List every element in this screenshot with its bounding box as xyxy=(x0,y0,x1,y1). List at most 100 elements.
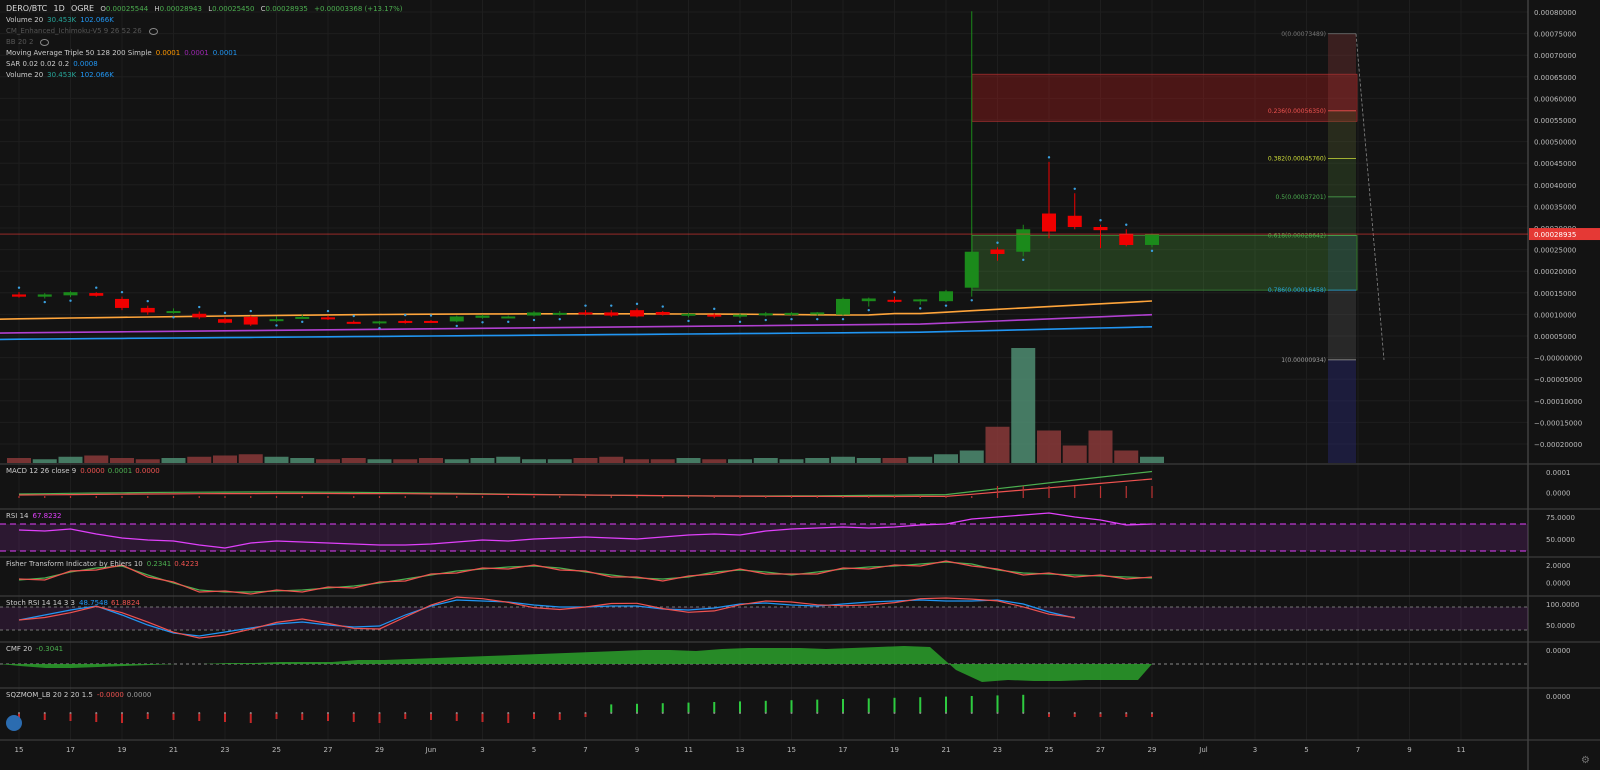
stoch-band xyxy=(0,607,1528,630)
candle-body[interactable] xyxy=(218,319,232,323)
pane-value: 0.2341 xyxy=(146,560,172,568)
cmf-area xyxy=(0,646,1152,682)
pane-legend: Stoch RSI 14 14 3 3 48.7548 61.8824 xyxy=(6,599,143,607)
candle-body[interactable] xyxy=(1119,233,1134,245)
sar-dot xyxy=(404,313,407,317)
candle-body[interactable] xyxy=(295,316,310,319)
candle-body[interactable] xyxy=(12,294,26,297)
pane-value: -0.0000 xyxy=(96,691,124,699)
sar-dot xyxy=(1073,187,1076,190)
time-tick-label: 7 xyxy=(1356,746,1360,754)
candle-body[interactable] xyxy=(990,249,1005,254)
candle-body[interactable] xyxy=(527,312,541,316)
sar-dot xyxy=(944,304,948,307)
candle-body[interactable] xyxy=(810,312,825,315)
volume-bar xyxy=(1037,430,1061,463)
candle-body[interactable] xyxy=(37,294,52,297)
candle-body[interactable] xyxy=(733,314,747,317)
fib-level-label: 0(0.00073489) xyxy=(1281,31,1326,38)
sar-dot xyxy=(919,307,922,310)
candle-body[interactable] xyxy=(681,313,696,316)
sqzmom-dot xyxy=(378,712,381,714)
chart-canvas[interactable]: 0.00080000 0.00075000 0.00070000 0.00065000… xyxy=(0,0,1600,770)
candle-body[interactable] xyxy=(269,319,284,322)
sqzmom-dot xyxy=(146,712,149,714)
candle-body[interactable] xyxy=(398,320,413,323)
sqzmom-dot xyxy=(430,712,432,714)
candle-body[interactable] xyxy=(424,320,438,323)
symbol-label[interactable]: DERO/BTC xyxy=(6,4,47,13)
time-tick-label: 21 xyxy=(942,746,951,754)
candle-body[interactable] xyxy=(1067,215,1082,228)
candle-body[interactable] xyxy=(758,313,773,316)
candle-body[interactable] xyxy=(887,299,902,302)
volume-bar xyxy=(213,455,237,463)
volume-bar xyxy=(32,459,57,463)
pane-legend: RSI 14 67.8232 xyxy=(6,512,64,520)
sqzmom-dot xyxy=(1151,712,1153,714)
fib-band xyxy=(1328,196,1356,236)
candle-body[interactable] xyxy=(939,291,953,302)
candle-body[interactable] xyxy=(449,316,464,322)
sar-dot xyxy=(172,316,175,319)
candle-body[interactable] xyxy=(655,311,670,315)
sar-dot xyxy=(687,319,690,323)
pane-name: CMF 20 xyxy=(6,645,33,653)
pane-axis-label: 2.0000 xyxy=(1546,562,1571,570)
price-tick-label: −0.00005000 xyxy=(1534,376,1582,384)
candle-body[interactable] xyxy=(192,313,207,318)
candle-body[interactable] xyxy=(861,298,876,302)
sar-dot xyxy=(95,286,98,289)
sqzmom-dot xyxy=(764,712,767,714)
candle-body[interactable] xyxy=(1145,234,1159,245)
candle-body[interactable] xyxy=(501,316,516,319)
time-tick-label: 5 xyxy=(1304,746,1308,754)
pane-axis-label: 0.0000 xyxy=(1546,580,1571,588)
settings-gear-icon[interactable]: ⚙ xyxy=(1581,755,1590,766)
candle-body[interactable] xyxy=(836,298,850,315)
candle-body[interactable] xyxy=(604,312,619,316)
candle-body[interactable] xyxy=(707,314,722,317)
candle-body[interactable] xyxy=(784,312,799,315)
sar-dot xyxy=(120,290,124,294)
candle-body[interactable] xyxy=(321,317,335,320)
volume-bar xyxy=(985,426,1010,463)
candle-body[interactable] xyxy=(372,321,387,324)
candle-body[interactable] xyxy=(140,307,155,313)
candle-body[interactable] xyxy=(630,310,644,317)
pane-legend: CMF 20 -0.3041 xyxy=(6,645,66,653)
candle-body[interactable] xyxy=(166,311,181,314)
candle-body[interactable] xyxy=(63,292,78,296)
sqzmom-dot xyxy=(95,712,98,714)
volume-bar xyxy=(728,459,752,463)
candle-body[interactable] xyxy=(1016,229,1031,252)
candle-body[interactable] xyxy=(89,293,104,296)
candle-body[interactable] xyxy=(552,312,567,315)
candle-body[interactable] xyxy=(1093,227,1108,231)
candle-body[interactable] xyxy=(913,299,928,302)
sqzmom-dot xyxy=(533,712,535,714)
tradingview-logo-icon[interactable] xyxy=(6,715,22,731)
candle-body[interactable] xyxy=(1042,213,1056,232)
sar-dot xyxy=(507,320,510,324)
price-tick-label: 0.00025000 xyxy=(1534,247,1576,255)
candle-body[interactable] xyxy=(578,312,593,315)
sqzmom-dot xyxy=(481,712,484,714)
sar-dot xyxy=(867,308,870,312)
sar-dot xyxy=(738,320,742,324)
price-tick-label: 0.00035000 xyxy=(1534,203,1576,211)
candle-body[interactable] xyxy=(115,298,129,308)
candle-body[interactable] xyxy=(964,251,979,288)
candle-body[interactable] xyxy=(346,321,361,324)
interval-label[interactable]: 1D xyxy=(54,4,65,13)
sqzmom-dot xyxy=(842,712,844,714)
fib-trend-line[interactable] xyxy=(1355,33,1385,360)
volume-bar xyxy=(341,458,366,463)
sar-dot xyxy=(352,314,355,318)
fib-level-label: 0.236(0.00056350) xyxy=(1268,108,1326,115)
candle-body[interactable] xyxy=(243,316,258,325)
candle-body[interactable] xyxy=(475,315,490,318)
sar-dot xyxy=(1125,223,1128,226)
legend-name: Moving Average Triple 50 128 200 Simple xyxy=(6,49,152,57)
sqzmom-dot xyxy=(404,712,407,714)
